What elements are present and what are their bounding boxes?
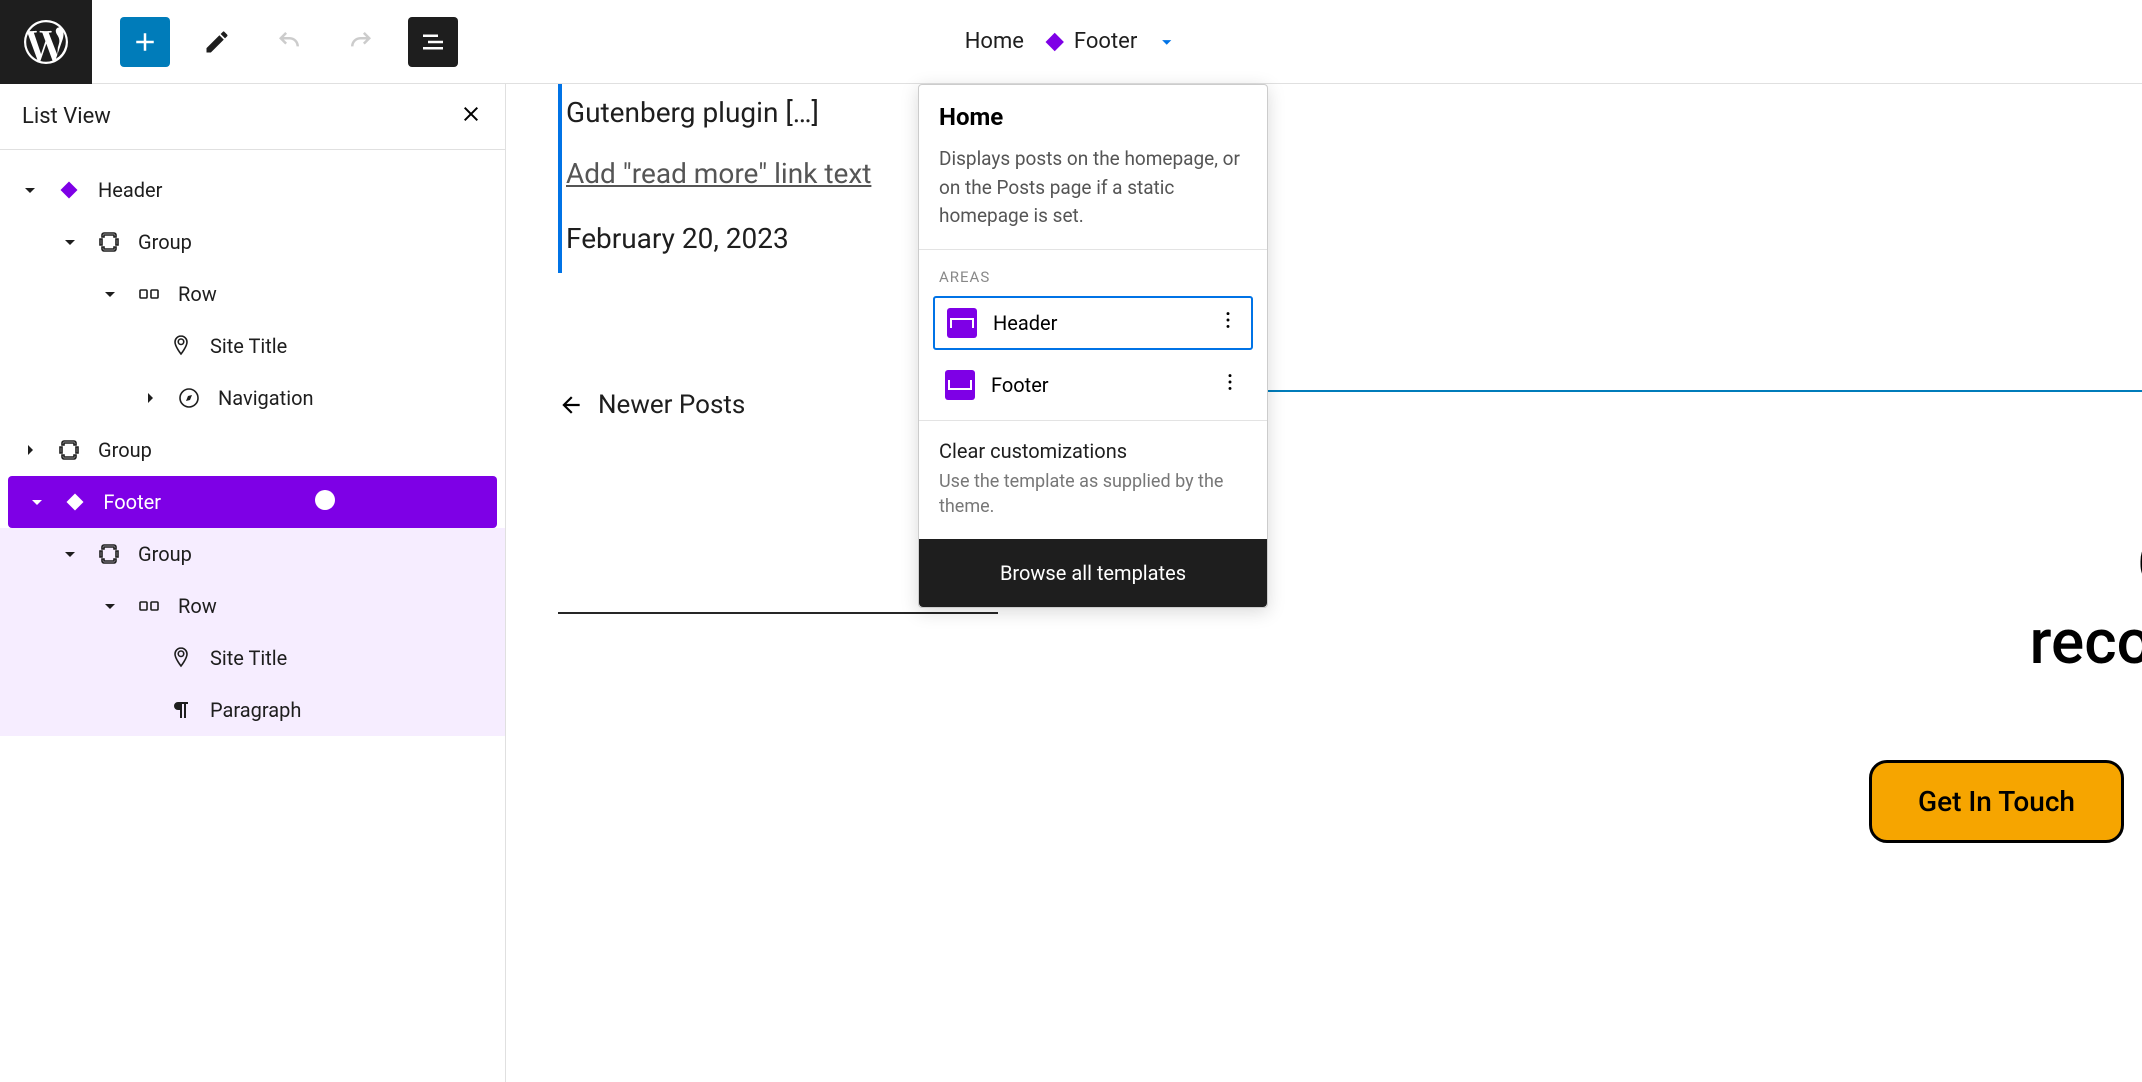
editor-canvas[interactable]: Gutenberg plugin […] Add "read more" lin… [506, 84, 2142, 1082]
tree-item-group[interactable]: Group [0, 216, 505, 268]
area-label: Footer [991, 373, 1049, 397]
tree-label: Navigation [218, 386, 314, 410]
tree-label: Header [98, 178, 162, 202]
area-footer[interactable]: Footer [933, 360, 1253, 410]
chevron-down-icon [18, 178, 42, 202]
site-title-icon [169, 646, 193, 670]
tree-item-group[interactable]: Group [0, 528, 505, 580]
tree-label: Group [138, 542, 192, 566]
paragraph-icon [169, 698, 193, 722]
read-more-placeholder[interactable]: Add "read more" link text [566, 157, 871, 222]
add-block-button[interactable] [120, 17, 170, 67]
compass-icon [177, 386, 201, 410]
area-more-button[interactable] [1217, 309, 1239, 336]
footer-selection-outline [1266, 390, 2142, 392]
clear-customizations-desc: Use the template as supplied by the them… [919, 469, 1267, 539]
popover-description: Displays posts on the homepage, or on th… [939, 145, 1247, 231]
clear-customizations-button[interactable]: Clear customizations [919, 421, 1267, 469]
diamond-icon [63, 490, 87, 514]
chevron-down-icon [58, 542, 82, 566]
close-sidebar-button[interactable] [459, 102, 483, 131]
list-view-sidebar: List View Header Group Row Site Title Na… [0, 84, 506, 1082]
top-toolbar: Home Footer [0, 0, 2142, 84]
chevron-down-icon [58, 230, 82, 254]
tree-item-header[interactable]: Header [0, 164, 505, 216]
separator [558, 612, 998, 614]
tree-label: Row [178, 282, 217, 306]
tree-label: Group [138, 230, 192, 254]
site-title-icon [169, 334, 193, 358]
tree-item-paragraph[interactable]: Paragraph [0, 684, 505, 736]
sidebar-title: List View [22, 104, 111, 129]
tree-label: Site Title [210, 646, 287, 670]
edit-tools-button[interactable] [192, 17, 242, 67]
chevron-down-icon [25, 490, 49, 514]
tree-label: Footer [103, 490, 161, 514]
header-area-icon [947, 308, 977, 338]
list-view-toggle[interactable] [408, 17, 458, 67]
arrow-left-icon [558, 392, 584, 418]
chevron-right-icon [18, 438, 42, 462]
footer-area-icon [945, 370, 975, 400]
get-in-touch-button[interactable]: Get In Touch [1869, 760, 2124, 843]
breadcrumb-part[interactable]: Footer [1042, 29, 1137, 55]
document-breadcrumb[interactable]: Home Footer [965, 29, 1178, 55]
newer-posts-link[interactable]: Newer Posts [558, 390, 745, 420]
breadcrumb-home[interactable]: Home [965, 29, 1024, 54]
row-icon [137, 282, 161, 306]
tree-label: Group [98, 438, 152, 462]
redo-button[interactable] [336, 17, 386, 67]
area-header[interactable]: Header [933, 296, 1253, 350]
cta-heading[interactable]: Got any book recommendation [1270, 526, 2142, 681]
tree-item-site-title[interactable]: Site Title [0, 320, 505, 372]
browse-all-templates-button[interactable]: Browse all templates [919, 539, 1267, 607]
tree-label: Row [178, 594, 217, 618]
areas-label: AREAS [919, 250, 1267, 296]
undo-button[interactable] [264, 17, 314, 67]
template-info-popover: Home Displays posts on the homepage, or … [918, 84, 1268, 608]
chevron-down-icon [98, 282, 122, 306]
chevron-right-icon [138, 386, 162, 410]
diamond-icon [1042, 29, 1068, 55]
tree-item-row[interactable]: Row [0, 268, 505, 320]
chevron-down-icon[interactable] [1155, 31, 1177, 53]
chevron-down-icon [98, 594, 122, 618]
area-more-button[interactable] [1219, 371, 1241, 398]
group-icon [57, 438, 81, 462]
group-icon [97, 230, 121, 254]
wp-logo[interactable] [0, 0, 92, 84]
tree-item-site-title[interactable]: Site Title [0, 632, 505, 684]
tree-item-row[interactable]: Row [0, 580, 505, 632]
row-icon [137, 594, 161, 618]
tree-item-footer[interactable]: Footer [8, 476, 497, 528]
tree-label: Site Title [210, 334, 287, 358]
tree-item-navigation[interactable]: Navigation [0, 372, 505, 424]
diamond-icon [57, 178, 81, 202]
area-label: Header [993, 311, 1057, 335]
tree-label: Paragraph [210, 698, 301, 722]
group-icon [97, 542, 121, 566]
popover-title: Home [939, 103, 1247, 131]
